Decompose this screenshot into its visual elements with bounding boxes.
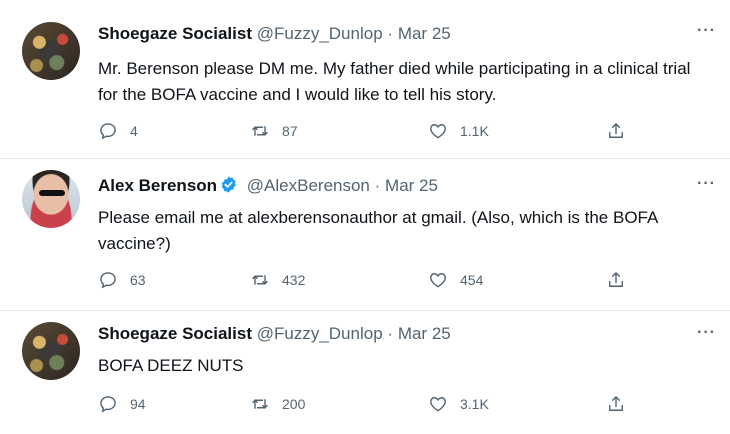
share-icon — [609, 123, 623, 138]
like-count: 454 — [460, 272, 484, 288]
retweet-button[interactable]: 200 — [250, 392, 305, 416]
share-button[interactable] — [606, 119, 638, 143]
share-button[interactable] — [606, 268, 638, 292]
tweet-actions: 4 87 1.1K — [98, 119, 658, 143]
share-icon — [609, 272, 623, 287]
reply-icon — [100, 272, 116, 289]
retweet-button[interactable]: 432 — [250, 268, 305, 292]
separator-dot: · — [387, 324, 394, 343]
verified-badge-icon — [221, 176, 236, 193]
tweet-header: Shoegaze Socialist @Fuzzy_Dunlop · Mar 2… — [98, 324, 451, 344]
display-name[interactable]: Alex Berenson — [98, 176, 217, 195]
tweet-date[interactable]: Mar 25 — [385, 176, 438, 195]
tweet-text: BOFA DEEZ NUTS — [98, 356, 244, 375]
separator-dot: · — [387, 24, 394, 43]
share-icon — [609, 396, 623, 411]
more-icon[interactable]: ··· — [697, 175, 716, 193]
retweet-button[interactable]: 87 — [250, 119, 298, 143]
user-handle[interactable]: @Fuzzy_Dunlop — [257, 24, 383, 43]
like-button[interactable]: 1.1K — [428, 119, 489, 143]
tweet-actions: 94 200 3.1K — [98, 392, 658, 416]
reply-count: 94 — [130, 396, 146, 412]
like-button[interactable]: 3.1K — [428, 392, 489, 416]
like-count: 3.1K — [460, 396, 489, 412]
reply-button[interactable]: 63 — [98, 268, 146, 292]
tweet-header: Shoegaze Socialist @Fuzzy_Dunlop · Mar 2… — [98, 24, 451, 44]
like-icon — [430, 124, 446, 139]
tweet[interactable]: Shoegaze Socialist @Fuzzy_Dunlop · Mar 2… — [0, 0, 730, 158]
retweet-icon — [252, 275, 268, 285]
like-icon — [430, 273, 446, 288]
tweet[interactable]: Shoegaze Socialist @Fuzzy_Dunlop · Mar 2… — [0, 310, 730, 434]
reply-icon — [100, 396, 116, 413]
user-handle[interactable]: @AlexBerenson — [247, 176, 370, 195]
retweet-count: 200 — [282, 396, 306, 412]
tweet[interactable]: Alex Berenson @AlexBerenson · Mar 25 ···… — [0, 158, 730, 310]
reply-count: 63 — [130, 272, 146, 288]
tweet-header: Alex Berenson @AlexBerenson · Mar 25 — [98, 175, 438, 196]
reply-button[interactable]: 4 — [98, 119, 138, 143]
more-icon[interactable]: ··· — [697, 22, 716, 40]
tweet-text: Please email me at alexberensonauthor at… — [98, 208, 658, 253]
reply-icon — [100, 123, 116, 140]
reply-count: 4 — [130, 123, 138, 139]
separator-dot: · — [374, 176, 381, 195]
retweet-icon — [252, 399, 268, 409]
tweet-text: Mr. Berenson please DM me. My father die… — [98, 59, 691, 104]
reply-button[interactable]: 94 — [98, 392, 146, 416]
like-button[interactable]: 454 — [428, 268, 483, 292]
like-count: 1.1K — [460, 123, 489, 139]
share-button[interactable] — [606, 392, 638, 416]
retweet-icon — [252, 126, 268, 136]
tweet-date[interactable]: Mar 25 — [398, 324, 451, 343]
avatar[interactable] — [22, 22, 80, 80]
like-icon — [430, 397, 446, 412]
retweet-count: 87 — [282, 123, 298, 139]
tweet-actions: 63 432 454 — [98, 268, 658, 292]
avatar[interactable] — [22, 170, 80, 228]
retweet-count: 432 — [282, 272, 306, 288]
display-name[interactable]: Shoegaze Socialist — [98, 324, 252, 343]
avatar[interactable] — [22, 322, 80, 380]
display-name[interactable]: Shoegaze Socialist — [98, 24, 252, 43]
more-icon[interactable]: ··· — [697, 324, 716, 342]
tweet-date[interactable]: Mar 25 — [398, 24, 451, 43]
user-handle[interactable]: @Fuzzy_Dunlop — [257, 324, 383, 343]
